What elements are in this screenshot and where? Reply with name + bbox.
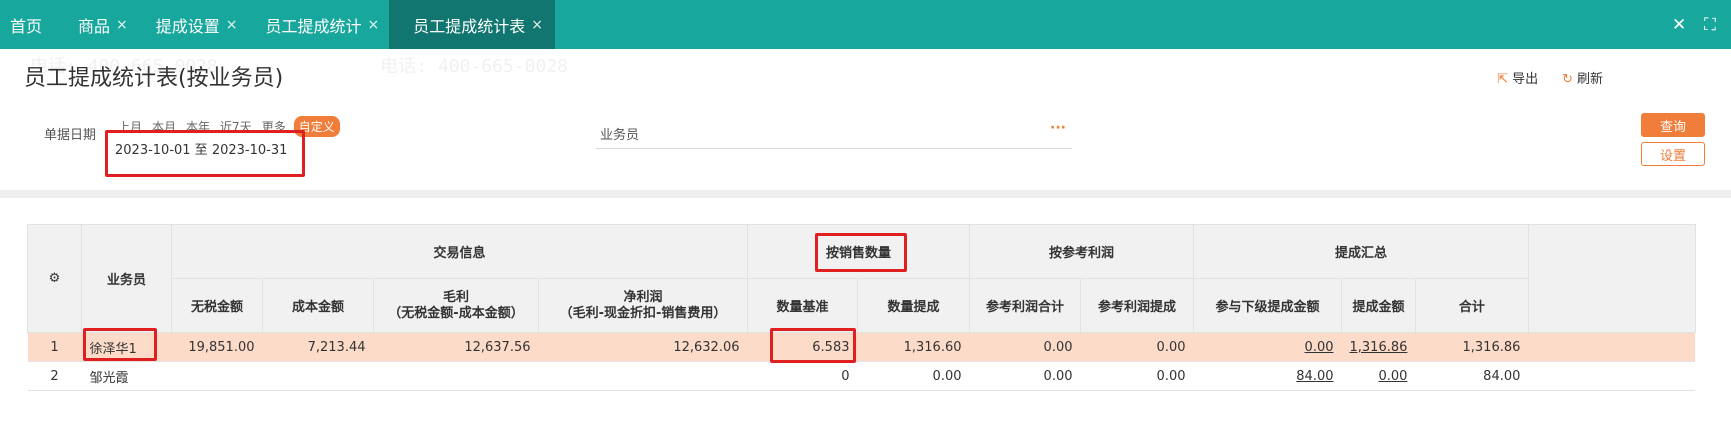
row-index: 2 — [27, 361, 82, 391]
ref-profit-total: 0.00 — [969, 361, 1081, 391]
tab-home[interactable]: 首页 — [0, 0, 68, 49]
quick-date-ranges: 上月 本月 本年 近7天 更多 自定义 — [116, 116, 340, 137]
commission-amount-link[interactable]: 0.00 — [1341, 361, 1416, 391]
date-range-input[interactable]: 2023-10-01 至 2023-10-31 — [115, 139, 287, 158]
qty-commission: 1,316.60 — [857, 332, 970, 362]
range-last-7-days[interactable]: 近7天 — [218, 116, 254, 137]
refresh-button[interactable]: ↻ 刷新 — [1562, 68, 1603, 87]
ref-profit-commission: 0.00 — [1080, 332, 1194, 362]
col-sub-commission[interactable]: 参与下级提成金额 — [1193, 278, 1342, 333]
close-window-icon[interactable]: ✕ — [1672, 0, 1686, 49]
range-last-month[interactable]: 上月 — [116, 116, 144, 137]
close-icon[interactable]: × — [368, 17, 380, 33]
gross-profit — [373, 361, 539, 391]
col-commission-amount[interactable]: 提成金额 — [1341, 278, 1416, 333]
close-icon[interactable]: × — [116, 17, 128, 33]
net-profit: 12,632.06 — [538, 332, 748, 362]
range-this-year[interactable]: 本年 — [184, 116, 212, 137]
close-icon[interactable]: × — [531, 17, 543, 33]
settings-button[interactable]: 设置 — [1641, 142, 1705, 166]
spacer-cell — [1528, 361, 1696, 391]
col-gross-profit[interactable]: 毛利 （无税金额-成本金额） — [373, 278, 539, 333]
close-icon[interactable]: × — [226, 17, 238, 33]
range-custom[interactable]: 自定义 — [293, 116, 340, 137]
col-ref-profit-total[interactable]: 参考利润合计 — [969, 278, 1081, 333]
refresh-icon: ↻ — [1562, 72, 1573, 87]
col-pretax-amount[interactable]: 无税金额 — [171, 278, 263, 333]
report-actions: ⇱ 导出 ↻ 刷新 — [1497, 68, 1603, 87]
sub-commission-link[interactable]: 0.00 — [1193, 332, 1342, 362]
table-row[interactable]: 2 邹光霞 0 0.00 0.00 0.00 84.00 0.00 84.00 — [27, 361, 1696, 391]
tab-bar: 首页 商品 × 提成设置 × 员工提成统计 × 员工提成统计表 × — [0, 0, 1731, 49]
tab-employee-commission-stats[interactable]: 员工提成统计 × — [256, 0, 390, 49]
column-settings-cell[interactable]: ⚙ — [27, 224, 82, 333]
section-divider — [0, 190, 1731, 198]
col-cost-amount[interactable]: 成本金额 — [262, 278, 374, 333]
sub-commission-link[interactable]: 84.00 — [1193, 361, 1342, 391]
total-amount: 1,316.86 — [1415, 332, 1529, 362]
qty-base: 6.583 — [747, 332, 858, 362]
export-icon: ⇱ — [1497, 72, 1509, 87]
cost-amount: 7,213.44 — [262, 332, 374, 362]
pretax-amount — [171, 361, 263, 391]
gross-profit: 12,637.56 — [373, 332, 539, 362]
table-row[interactable]: 1 徐泽华1 19,851.00 7,213.44 12,637.56 12,6… — [27, 332, 1696, 362]
col-ref-profit-commission[interactable]: 参考利润提成 — [1080, 278, 1194, 333]
row-index: 1 — [27, 332, 82, 362]
salesperson-field-underline — [596, 148, 1072, 149]
col-salesperson: 业务员 — [81, 224, 172, 333]
qty-base: 0 — [747, 361, 858, 391]
fullscreen-icon[interactable]: ⛶ — [1704, 0, 1716, 49]
col-qty-base[interactable]: 数量基准 — [747, 278, 858, 333]
commission-amount-link[interactable]: 1,316.86 — [1341, 332, 1416, 362]
range-this-month[interactable]: 本月 — [150, 116, 178, 137]
col-total[interactable]: 合计 — [1414, 278, 1529, 333]
pretax-amount: 19,851.00 — [171, 332, 263, 362]
ref-profit-total: 0.00 — [969, 332, 1081, 362]
group-by-profit: 按参考利润 — [969, 224, 1194, 279]
salesperson-name: 邹光霞 — [81, 361, 172, 391]
col-qty-commission[interactable]: 数量提成 — [857, 278, 970, 333]
total-amount: 84.00 — [1415, 361, 1529, 391]
query-button[interactable]: 查询 — [1641, 113, 1705, 137]
salesperson-picker-icon[interactable]: ··· — [1050, 120, 1066, 136]
gear-icon[interactable]: ⚙ — [49, 271, 61, 286]
commission-table: ⚙ 业务员 交易信息 按销售数量 按参考利润 提成汇总 无税金额 成本金额 毛利… — [27, 224, 1696, 391]
export-button[interactable]: ⇱ 导出 — [1497, 68, 1538, 87]
page-title: 员工提成统计表(按业务员) — [24, 66, 284, 91]
tab-employee-commission-report[interactable]: 员工提成统计表 × — [389, 0, 556, 49]
salesperson-name: 徐泽华1 — [81, 332, 172, 362]
spacer-cell — [1528, 332, 1696, 362]
col-net-profit[interactable]: 净利润 （毛利-现金折扣-销售费用） — [538, 278, 748, 333]
group-transaction: 交易信息 — [171, 224, 748, 279]
salesperson-filter-label: 业务员 — [600, 128, 640, 143]
cost-amount — [262, 361, 374, 391]
ref-profit-commission: 0.00 — [1080, 361, 1194, 391]
col-spacer — [1527, 224, 1696, 333]
group-by-quantity: 按销售数量 — [747, 224, 970, 279]
tab-products[interactable]: 商品 × — [68, 0, 138, 49]
date-filter-label: 单据日期 — [44, 128, 97, 143]
qty-commission: 0.00 — [857, 361, 970, 391]
group-summary: 提成汇总 — [1193, 224, 1529, 279]
net-profit — [538, 361, 748, 391]
tab-commission-settings[interactable]: 提成设置 × — [146, 0, 248, 49]
range-more[interactable]: 更多 — [260, 116, 288, 137]
